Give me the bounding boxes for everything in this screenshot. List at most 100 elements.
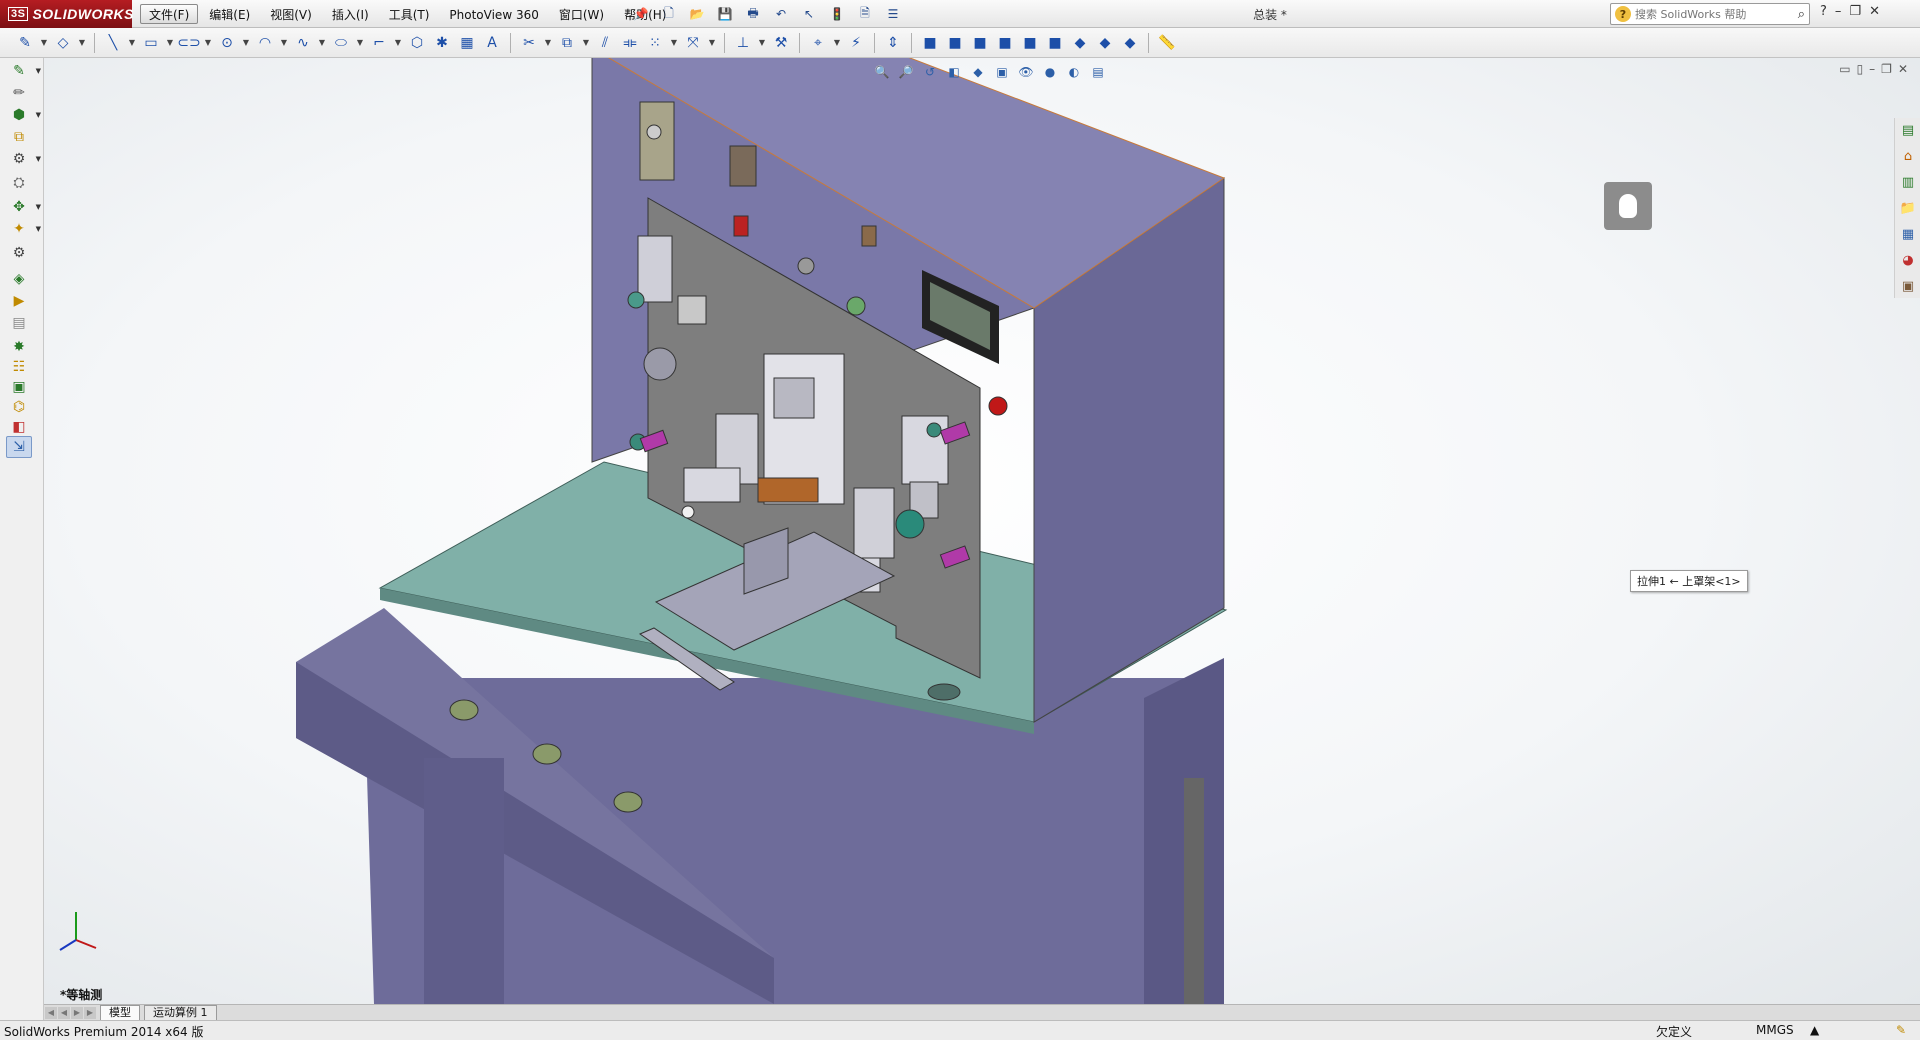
file-explorer-icon[interactable]: 📁 xyxy=(1897,197,1919,219)
last-tab-arrow-icon[interactable]: ▶ xyxy=(84,1006,96,1019)
convert-entities-icon[interactable]: ⧉ xyxy=(556,32,578,54)
zoom-area-icon[interactable]: 🔎 xyxy=(896,62,916,82)
view-isometric-icon[interactable]: ◆ xyxy=(1069,32,1091,54)
point-icon[interactable]: ✱ xyxy=(431,32,453,54)
close-icon[interactable]: ✕ xyxy=(1869,4,1880,19)
home-icon[interactable]: ⌂ xyxy=(1897,145,1919,167)
restore-icon[interactable]: ❐ xyxy=(1849,4,1861,19)
view-settings-icon[interactable]: ▤ xyxy=(1088,62,1108,82)
exploded-view-icon[interactable]: ✸ xyxy=(6,336,32,358)
unit-system[interactable]: MMGS xyxy=(1756,1023,1794,1037)
chevron-down-icon[interactable]: ▼ xyxy=(203,32,213,54)
solidworks-resources-icon[interactable]: ▤ xyxy=(1897,119,1919,141)
assembly-features-icon[interactable]: ⚙ xyxy=(6,242,32,264)
rebuild-status-icon[interactable]: ✎ xyxy=(1896,1023,1906,1037)
chevron-down-icon[interactable]: ▼ xyxy=(39,32,49,54)
help-icon[interactable]: ? xyxy=(1820,4,1827,19)
chevron-down-icon[interactable]: ▼ xyxy=(241,32,251,54)
tab-motion-study[interactable]: 运动算例 1 xyxy=(144,1005,217,1020)
search-icon[interactable]: ⌕ xyxy=(1798,7,1805,22)
menu-photoview[interactable]: PhotoView 360 xyxy=(440,4,547,24)
move-component-icon[interactable]: ✥ ▼ xyxy=(6,196,41,218)
view-dimetric-icon[interactable]: ◆ xyxy=(1119,32,1141,54)
interference-icon[interactable]: ▣ xyxy=(6,376,32,398)
viewport-close-icon[interactable]: ✕ xyxy=(1898,62,1908,76)
viewport-minimize-icon[interactable]: – xyxy=(1869,62,1875,76)
chevron-down-icon[interactable]: ▼ xyxy=(279,32,289,54)
fillet-icon[interactable]: ⌐ xyxy=(368,32,390,54)
polygon-icon[interactable]: ⬡ xyxy=(406,32,428,54)
quick-snaps-icon[interactable]: ⌖ xyxy=(807,32,829,54)
chevron-down-icon[interactable]: ▼ xyxy=(393,32,403,54)
chevron-down-icon[interactable]: ▼ xyxy=(707,32,717,54)
sketch-icon[interactable]: ✎ xyxy=(14,32,36,54)
slot-icon[interactable]: ⊂⊃ xyxy=(177,32,200,54)
menu-window[interactable]: 窗口(W) xyxy=(550,4,613,24)
instant3d-toggle-icon[interactable]: ⇲ xyxy=(6,436,32,458)
select-cursor-icon[interactable]: ↖ xyxy=(798,4,820,24)
menu-tools[interactable]: 工具(T) xyxy=(380,4,439,24)
chevron-down-icon[interactable]: ▼ xyxy=(832,32,842,54)
open-folder-icon[interactable]: 📂 xyxy=(686,4,708,24)
previous-view-icon[interactable]: ↺ xyxy=(920,62,940,82)
view-front-icon[interactable]: ■ xyxy=(919,32,941,54)
component-pattern-icon[interactable]: ⚙ ▼ xyxy=(6,148,41,170)
minimize-icon[interactable]: – xyxy=(1835,4,1842,19)
edit-appearance-icon[interactable]: ● xyxy=(1040,62,1060,82)
hide-show-items-icon[interactable]: 👁 xyxy=(1016,62,1036,82)
search-input[interactable] xyxy=(1635,7,1775,21)
options-icon[interactable]: ☰ xyxy=(882,4,904,24)
design-library-icon[interactable]: ▥ xyxy=(1897,171,1919,193)
pin-icon[interactable]: 📌 xyxy=(630,4,652,24)
instant3d-icon[interactable]: ⇕ xyxy=(882,32,904,54)
zoom-to-fit-icon[interactable]: 🔍 xyxy=(872,62,892,82)
chevron-down-icon[interactable]: ▼ xyxy=(355,32,365,54)
chevron-down-icon[interactable]: ▼ xyxy=(127,32,137,54)
tile-vertical-icon[interactable]: ▯ xyxy=(1857,62,1864,76)
clearance-icon[interactable]: ⌬ xyxy=(6,396,32,418)
tab-model[interactable]: 模型 xyxy=(100,1005,140,1020)
help-search-box[interactable]: ? ⌕ xyxy=(1610,3,1810,25)
menu-view[interactable]: 视图(V) xyxy=(261,4,321,24)
new-motion-study-icon[interactable]: ▶ xyxy=(6,290,32,312)
reference-geometry-icon[interactable]: ◈ xyxy=(6,268,32,290)
hole-alignment-icon[interactable]: ◧ xyxy=(6,416,32,438)
chevron-down-icon[interactable]: ▼ xyxy=(165,32,175,54)
section-view-icon[interactable]: ◧ xyxy=(944,62,964,82)
view-orientation-icon[interactable]: ◆ xyxy=(968,62,988,82)
trim-icon[interactable]: ✂ xyxy=(518,32,540,54)
new-document-icon[interactable]: 🗋 xyxy=(658,4,680,24)
menu-insert[interactable]: 插入(I) xyxy=(323,4,378,24)
repair-sketch-icon[interactable]: ⚒ xyxy=(770,32,792,54)
solidworks-logo[interactable]: 3S SOLIDWORKS xyxy=(0,0,133,28)
ellipse-icon[interactable]: ⬭ xyxy=(330,32,352,54)
linear-pattern-icon[interactable]: ⁙ xyxy=(644,32,666,54)
appearances-icon[interactable]: ◕ xyxy=(1897,249,1919,271)
view-palette-icon[interactable]: ▦ xyxy=(1897,223,1919,245)
bill-of-materials-icon[interactable]: ▤ xyxy=(6,312,32,334)
prev-tab-arrow-icon[interactable]: ◀ xyxy=(58,1006,70,1019)
chevron-down-icon[interactable]: ▼ xyxy=(543,32,553,54)
chevron-down-icon[interactable]: ▼ xyxy=(757,32,767,54)
rectangle-icon[interactable]: ▭ xyxy=(140,32,162,54)
tile-horizontal-icon[interactable]: ▭ xyxy=(1839,62,1850,76)
next-tab-arrow-icon[interactable]: ▶ xyxy=(71,1006,83,1019)
file-properties-icon[interactable]: 🗎 xyxy=(854,4,876,24)
circle-icon[interactable]: ⊙ xyxy=(216,32,238,54)
save-icon[interactable]: 💾 xyxy=(714,4,736,24)
first-tab-arrow-icon[interactable]: ◀ xyxy=(45,1006,57,1019)
insert-component-icon[interactable]: ⬢ ▼ xyxy=(6,104,41,126)
smart-dimension-icon[interactable]: ◇ xyxy=(52,32,74,54)
chevron-down-icon[interactable]: ▼ xyxy=(669,32,679,54)
custom-properties-icon[interactable]: ▣ xyxy=(1897,275,1919,297)
chevron-down-icon[interactable]: ▼ xyxy=(581,32,591,54)
rebuild-icon[interactable]: 🚦 xyxy=(826,4,848,24)
rapid-sketch-icon[interactable]: ⚡ xyxy=(845,32,867,54)
view-left-icon[interactable]: ■ xyxy=(969,32,991,54)
view-back-icon[interactable]: ■ xyxy=(944,32,966,54)
spline-icon[interactable]: ∿ xyxy=(292,32,314,54)
menu-file[interactable]: 文件(F) xyxy=(140,4,199,24)
graphics-area[interactable]: 🔍 🔎 ↺ ◧ ◆ ▣ 👁 ● ◐ ▤ ▭ ▯ – ❐ ✕ ▤ ⌂ ▥ 📁 ▦ … xyxy=(44,58,1920,1004)
menu-edit[interactable]: 编辑(E) xyxy=(200,4,259,24)
view-right-icon[interactable]: ■ xyxy=(994,32,1016,54)
